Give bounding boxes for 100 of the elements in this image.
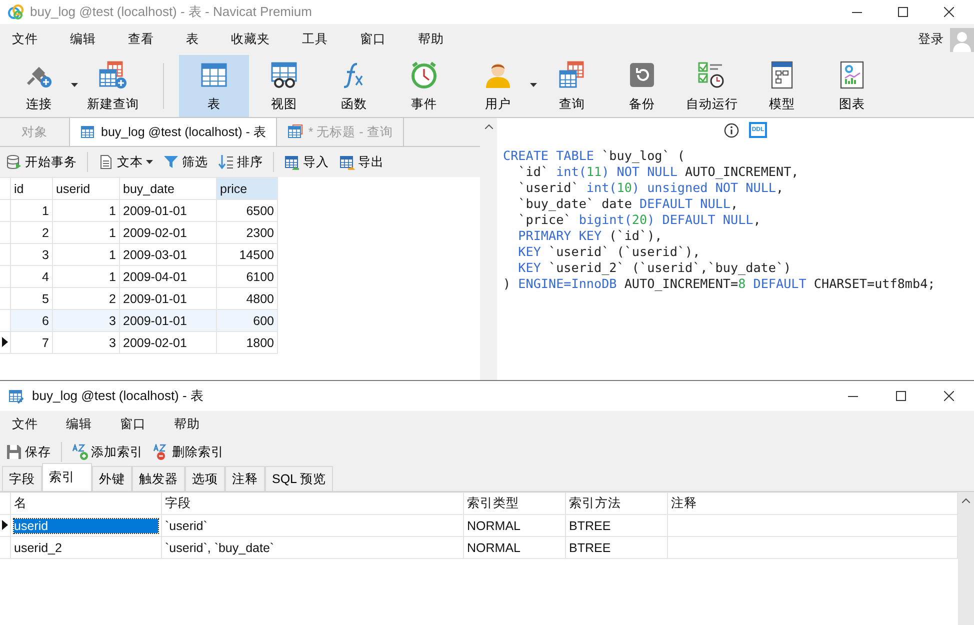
maximize-icon[interactable] [898,7,908,17]
table-cell: 3 [52,310,120,332]
tab[interactable]: 注释 [225,466,265,491]
table-cell: 2009-01-01 [120,200,216,222]
column-header[interactable]: 索引类型 [464,492,566,514]
table-cell: 7 [10,332,52,354]
window-title: buy_log @test (localhost) - 表 - Navicat Premium [30,3,312,21]
table-cell: BTREE [566,514,668,536]
tab[interactable]: buy_log @test (localhost) - 表 [70,118,278,146]
code-line: CREATE TABLE `buy_log` ( [503,148,686,164]
table-cell: 2009-04-01 [120,266,216,288]
table-cell: 2300 [216,222,278,244]
database-icon [6,154,22,170]
table-cell: 1 [10,200,52,222]
toolbar-button[interactable]: 添加索引 [70,444,145,460]
info-icon[interactable] [724,122,739,138]
menu-item[interactable]: 编辑 [60,416,98,433]
table-cell: NORMAL [464,536,566,558]
menu-item[interactable]: 窗口 [114,416,152,433]
table-cell: 14500 [216,244,278,266]
tab[interactable]: 选项 [185,466,225,491]
toolbar-button[interactable]: 模型 [747,55,817,117]
menu-item[interactable]: 查看 [122,31,160,48]
code-line: `userid` int(10) unsigned NOT NULL, [517,180,785,196]
toolbar-button[interactable]: 用户 [459,55,537,117]
toolbar-button[interactable]: 连接 [0,55,78,117]
toolbar-button[interactable]: 自动运行 [677,55,747,117]
toolbar-button[interactable]: 查询 [537,55,607,117]
query-icon [557,60,587,90]
table-cell: 1 [52,222,120,244]
menu-item[interactable]: 文件 [6,31,44,48]
column-header[interactable]: id [10,178,52,200]
sort-add-icon [72,444,88,460]
close-icon[interactable] [944,391,954,401]
toolbar-button[interactable]: 保存 [4,444,53,460]
table-cell: 1 [52,266,120,288]
sort-remove-icon [153,444,169,460]
table-cell: 2009-03-01 [120,244,216,266]
table-arrow-icon [284,154,300,170]
filter-icon [163,154,179,170]
table-cell[interactable]: userid [14,518,158,532]
table-cell: 2009-02-01 [120,332,216,354]
toolbar-button[interactable]: 开始事务 [4,154,79,170]
table-cell: 1 [52,244,120,266]
toolbar-button[interactable]: 表 [179,55,249,117]
toolbar-button[interactable]: 图表 [817,55,887,117]
toolbar-button[interactable]: 删除索引 [151,444,226,460]
toolbar-button[interactable]: 新建查询 [78,55,148,117]
table-icon [80,124,96,140]
code-line: KEY `userid_2` (`userid`,`buy_date`) [517,260,792,276]
table-cell: 6500 [216,200,278,222]
table-cell: 600 [216,310,278,332]
column-header[interactable]: userid [52,178,120,200]
menu-item[interactable]: 收藏夹 [225,31,276,48]
menu-item[interactable]: 工具 [296,31,334,48]
code-line: `price` bigint(20) DEFAULT NULL, [517,212,762,228]
toolbar-button[interactable]: 排序 [216,154,265,170]
tab[interactable]: 索引 [42,463,92,491]
table-cell: 3 [52,332,120,354]
tab[interactable]: 外键 [92,466,132,491]
maximize-icon[interactable] [896,391,906,401]
menu-item[interactable]: 表 [180,31,205,48]
save-icon [6,444,22,460]
menu-item[interactable]: 文件 [6,416,44,433]
caret-icon [146,160,153,164]
menu-item[interactable]: 帮助 [412,31,450,48]
tab[interactable]: SQL 预览 [265,466,334,491]
toolbar-button[interactable]: 事件 [389,55,459,117]
new-query-icon [98,60,128,90]
menu-item[interactable]: 帮助 [168,416,206,433]
column-header[interactable]: buy_date [120,178,216,200]
menu-item[interactable]: 编辑 [64,31,102,48]
tab[interactable]: 字段 [2,466,42,491]
column-header[interactable]: 字段 [162,492,464,514]
login-link[interactable]: 登录 [918,31,944,48]
scroll-up-icon[interactable] [484,124,492,129]
table-cell: 4 [10,266,52,288]
toolbar-button[interactable]: 导出 [337,154,386,170]
table-cell: `userid` [162,514,464,536]
column-header[interactable]: 名 [10,492,162,514]
close-icon[interactable] [944,7,954,17]
table-cell: 6 [10,310,52,332]
table-cell: userid_2 [10,536,162,558]
toolbar-button[interactable]: 备份 [607,55,677,117]
column-header[interactable]: 注释 [668,492,958,514]
toolbar-button[interactable]: 函数 [319,55,389,117]
sort-icon [218,154,234,170]
toolbar-button[interactable]: 筛选 [161,154,210,170]
menu-item[interactable]: 窗口 [354,31,392,48]
scroll-up-icon[interactable] [962,498,970,503]
toolbar-button[interactable]: 视图 [249,55,319,117]
column-header[interactable]: 索引方法 [566,492,668,514]
column-header[interactable]: price [216,178,278,200]
code-line: ) ENGINE=InnoDB AUTO_INCREMENT=8 DEFAULT CHARSET=utf8mb4; [503,276,936,292]
tab[interactable]: 触发器 [132,466,185,491]
toolbar-button[interactable]: 导入 [282,154,331,170]
table-cell: NORMAL [464,514,566,536]
alarm-clock-icon [409,60,439,90]
table-cell: 2009-02-01 [120,222,216,244]
toolbar-button[interactable]: 文本 [96,154,155,170]
